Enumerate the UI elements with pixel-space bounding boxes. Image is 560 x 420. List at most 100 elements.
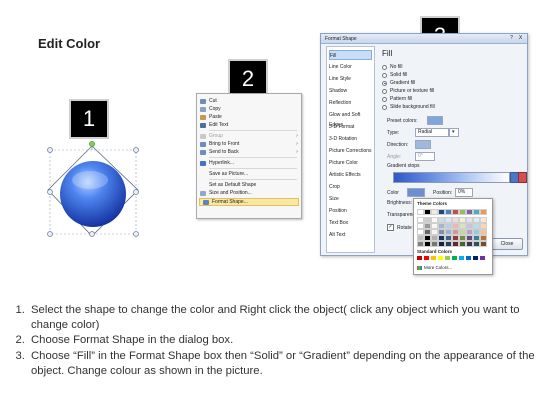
theme-color-swatch[interactable] bbox=[466, 209, 473, 215]
radio-gradient-fill[interactable]: Gradient fill bbox=[382, 80, 415, 86]
menu-item-edit-text[interactable]: Edit Text bbox=[197, 121, 301, 129]
standard-colors-heading: Standard Colors bbox=[417, 249, 453, 254]
brightness-row: Brightness: bbox=[387, 200, 412, 206]
gradient-stops-bar[interactable] bbox=[393, 172, 510, 183]
instructions: Select the shape to change the color and… bbox=[8, 303, 553, 379]
theme-color-swatch[interactable] bbox=[417, 241, 424, 247]
standard-color-swatch[interactable] bbox=[424, 256, 429, 260]
checkbox-icon[interactable]: ✓ bbox=[387, 224, 394, 231]
category-reflection[interactable]: Reflection bbox=[329, 98, 372, 108]
radio-picture-fill[interactable]: Picture or texture fill bbox=[382, 88, 434, 94]
standard-color-swatch[interactable] bbox=[445, 256, 450, 260]
standard-color-swatch[interactable] bbox=[417, 256, 422, 260]
chevron-down-icon[interactable]: ▾ bbox=[449, 128, 459, 137]
color-dropdown[interactable] bbox=[407, 188, 425, 197]
direction-row: Direction: bbox=[387, 140, 431, 149]
standard-color-swatch[interactable] bbox=[480, 256, 485, 260]
page-title: Edit Color bbox=[38, 36, 101, 51]
direction-dropdown[interactable] bbox=[415, 140, 431, 149]
group-icon bbox=[200, 133, 206, 139]
theme-color-swatch[interactable] bbox=[473, 241, 480, 247]
menu-item-bring-to-front[interactable]: Bring to Front › bbox=[197, 140, 301, 148]
theme-color-swatch[interactable] bbox=[459, 241, 466, 247]
category-3d-format[interactable]: 3-D Format bbox=[329, 122, 372, 132]
theme-color-swatch[interactable] bbox=[445, 241, 452, 247]
theme-color-swatch[interactable] bbox=[424, 241, 431, 247]
remove-stop-button[interactable] bbox=[518, 172, 527, 183]
rotation-handle[interactable] bbox=[89, 141, 95, 147]
theme-color-swatch[interactable] bbox=[424, 209, 431, 215]
category-alt-text[interactable]: Alt Text bbox=[329, 230, 372, 240]
category-text-box[interactable]: Text Box bbox=[329, 218, 372, 228]
theme-color-swatch[interactable] bbox=[445, 209, 452, 215]
category-artistic-effects[interactable]: Artistic Effects bbox=[329, 170, 372, 180]
category-size[interactable]: Size bbox=[329, 194, 372, 204]
close-icon[interactable]: X bbox=[517, 35, 524, 41]
standard-color-swatch[interactable] bbox=[452, 256, 457, 260]
menu-label: Bring to Front bbox=[209, 141, 240, 147]
theme-color-swatch[interactable] bbox=[417, 209, 424, 215]
menu-item-hyperlink[interactable]: Hyperlink... bbox=[197, 159, 301, 167]
theme-color-swatch[interactable] bbox=[431, 241, 438, 247]
angle-row: Angle: 0° bbox=[387, 152, 435, 161]
theme-color-swatch[interactable] bbox=[473, 209, 480, 215]
gradient-stops-label: Gradient stops bbox=[387, 163, 420, 169]
menu-item-send-to-back[interactable]: Send to Back › bbox=[197, 148, 301, 156]
angle-input[interactable]: 0° bbox=[415, 152, 435, 161]
category-picture-color[interactable]: Picture Color bbox=[329, 158, 372, 168]
radio-no-fill[interactable]: No fill bbox=[382, 64, 403, 70]
color-palette-popup: Theme Colors Standard Colors More Colors… bbox=[413, 198, 493, 275]
category-crop[interactable]: Crop bbox=[329, 182, 372, 192]
gradient-stops-row: Gradient stops bbox=[387, 163, 420, 169]
menu-item-size-position[interactable]: Size and Position... bbox=[197, 189, 301, 197]
menu-item-set-default-shape[interactable]: Set as Default Shape bbox=[197, 181, 301, 189]
menu-item-copy[interactable]: Copy bbox=[197, 105, 301, 113]
more-colors-item[interactable]: More Colors... bbox=[417, 265, 452, 270]
theme-color-swatch[interactable] bbox=[452, 241, 459, 247]
standard-color-swatch[interactable] bbox=[438, 256, 443, 260]
theme-color-swatch[interactable] bbox=[466, 241, 473, 247]
fill-heading: Fill bbox=[382, 49, 393, 58]
theme-color-swatch[interactable] bbox=[438, 241, 445, 247]
dialog-titlebar: Format Shape ? X bbox=[321, 34, 527, 44]
standard-color-swatch[interactable] bbox=[466, 256, 471, 260]
category-line-color[interactable]: Line Color bbox=[329, 62, 372, 72]
theme-color-swatch[interactable] bbox=[452, 209, 459, 215]
standard-color-swatch[interactable] bbox=[473, 256, 478, 260]
position-input[interactable]: 0% bbox=[455, 188, 473, 197]
submenu-arrow-icon: › bbox=[296, 141, 298, 147]
type-dropdown[interactable]: Radial bbox=[415, 128, 449, 137]
theme-color-swatch[interactable] bbox=[480, 209, 487, 215]
category-shadow[interactable]: Shadow bbox=[329, 86, 372, 96]
radio-dot bbox=[382, 104, 387, 110]
radio-slide-background-fill[interactable]: Slide background fill bbox=[382, 104, 435, 110]
step-badge-2: 2 bbox=[230, 61, 266, 97]
menu-item-group: Group › bbox=[197, 132, 301, 140]
standard-color-swatch[interactable] bbox=[459, 256, 464, 260]
menu-item-paste[interactable]: Paste bbox=[197, 113, 301, 121]
category-line-style[interactable]: Line Style bbox=[329, 74, 372, 84]
preset-colors-dropdown[interactable] bbox=[427, 116, 443, 125]
category-picture-corrections[interactable]: Picture Corrections bbox=[329, 146, 372, 156]
shape-sphere-selection[interactable] bbox=[40, 138, 155, 243]
close-button[interactable]: Close bbox=[491, 238, 523, 250]
menu-item-save-as-picture[interactable]: Save as Picture... bbox=[197, 170, 301, 178]
category-3d-rotation[interactable]: 3-D Rotation bbox=[329, 134, 372, 144]
category-position[interactable]: Position bbox=[329, 206, 372, 216]
theme-color-swatch[interactable] bbox=[431, 209, 438, 215]
theme-color-swatch[interactable] bbox=[438, 209, 445, 215]
radio-solid-fill[interactable]: Solid fill bbox=[382, 72, 407, 78]
blue-sphere[interactable] bbox=[60, 161, 126, 227]
theme-color-swatch[interactable] bbox=[480, 241, 487, 247]
theme-color-swatch[interactable] bbox=[459, 209, 466, 215]
paste-icon bbox=[200, 114, 206, 120]
help-button[interactable]: ? bbox=[508, 35, 515, 41]
menu-label: Cut bbox=[209, 98, 217, 104]
radio-pattern-fill[interactable]: Pattern fill bbox=[382, 96, 412, 102]
category-fill[interactable]: Fill bbox=[329, 50, 372, 60]
menu-item-format-shape[interactable]: Format Shape... bbox=[199, 198, 299, 206]
radio-label: Gradient fill bbox=[390, 80, 416, 86]
standard-color-swatch[interactable] bbox=[431, 256, 436, 260]
category-glow[interactable]: Glow and Soft Edges bbox=[329, 110, 372, 128]
menu-item-cut[interactable]: Cut bbox=[197, 97, 301, 105]
